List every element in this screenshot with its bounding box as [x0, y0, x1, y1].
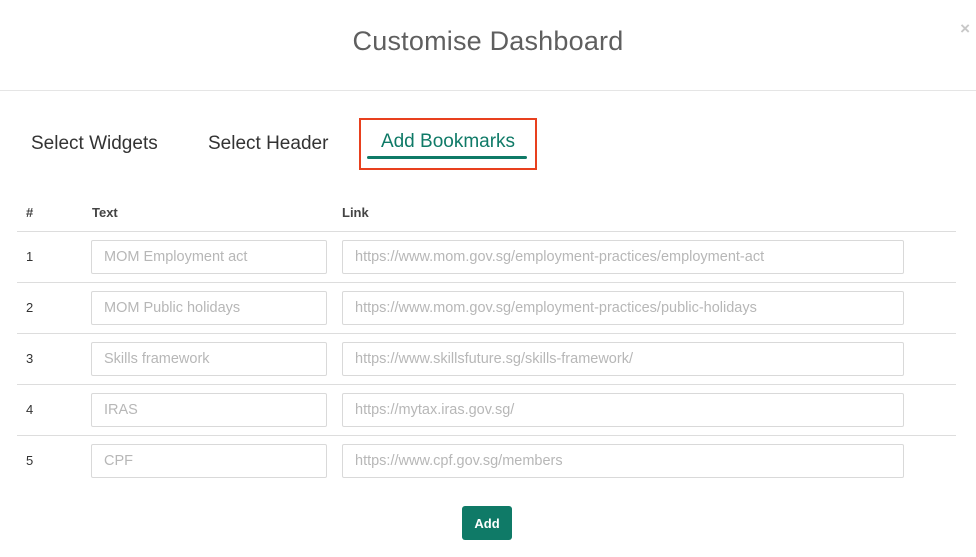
tab-label: Select Header: [208, 133, 329, 154]
row-number: 2: [26, 300, 34, 315]
tab-label: Add Bookmarks: [380, 131, 516, 152]
bookmark-link-input[interactable]: [342, 444, 904, 478]
tab-select-header[interactable]: Select Header: [208, 118, 328, 170]
bookmark-link-input[interactable]: [342, 393, 904, 427]
table-row: 4: [17, 385, 956, 436]
add-bookmark-button[interactable]: Add: [462, 506, 512, 540]
close-icon[interactable]: ×: [960, 20, 970, 37]
bookmark-link-input[interactable]: [342, 291, 904, 325]
tab-select-widgets[interactable]: Select Widgets: [31, 118, 158, 170]
tab-bar: Select Widgets Select Header Add Bookmar…: [0, 118, 976, 172]
column-header-number: #: [26, 205, 34, 220]
tab-add-bookmarks[interactable]: Add Bookmarks: [359, 118, 537, 170]
bookmark-link-input[interactable]: [342, 342, 904, 376]
bookmark-text-input[interactable]: [91, 291, 327, 325]
row-number: 1: [26, 249, 34, 264]
bookmark-text-input[interactable]: [91, 444, 327, 478]
modal-header: Customise Dashboard ×: [0, 0, 976, 91]
bookmark-text-input[interactable]: [91, 393, 327, 427]
column-header-link: Link: [342, 205, 369, 220]
table-row: 3: [17, 334, 956, 385]
active-tab-indicator: [367, 156, 527, 159]
bookmarks-table-header: # Text Link: [0, 198, 976, 232]
bookmark-text-input[interactable]: [91, 342, 327, 376]
customise-dashboard-modal: Customise Dashboard × Select Widgets Sel…: [0, 0, 976, 557]
bookmark-link-input[interactable]: [342, 240, 904, 274]
table-row: 2: [17, 283, 956, 334]
table-row: 1: [17, 232, 956, 283]
column-header-text: Text: [92, 205, 118, 220]
modal-title: Customise Dashboard: [352, 25, 624, 56]
tab-label: Select Widgets: [31, 133, 158, 154]
row-number: 5: [26, 453, 34, 468]
row-number: 3: [26, 351, 34, 366]
table-row: 5: [17, 436, 956, 487]
bookmark-text-input[interactable]: [91, 240, 327, 274]
bookmarks-table-body: 1 2 3 4 5: [0, 232, 976, 487]
row-number: 4: [26, 402, 34, 417]
